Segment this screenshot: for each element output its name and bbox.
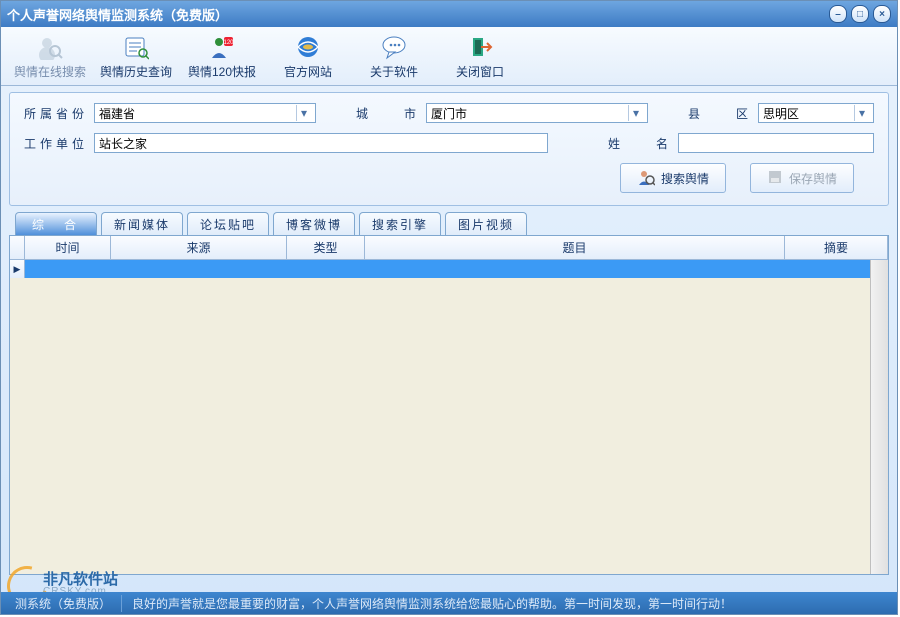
toolbar: 舆情在线搜索 舆情历史查询 120 舆情120快报 官方网站 关于软件 bbox=[1, 27, 897, 86]
status-bar: 测系统（免费版） 良好的声誉就是您最重要的财富，个人声誉网络舆情监测系统给您最贴… bbox=[1, 592, 897, 614]
city-label: 城 市 bbox=[356, 105, 416, 122]
save-button: 保存舆情 bbox=[750, 163, 854, 193]
results-grid: 时间 来源 类型 题目 摘要 ▶ bbox=[9, 235, 889, 575]
grid-selected-row[interactable] bbox=[10, 260, 871, 278]
col-type[interactable]: 类型 bbox=[287, 236, 365, 259]
grid-body[interactable]: ▶ bbox=[10, 260, 888, 574]
vertical-scrollbar[interactable] bbox=[870, 260, 888, 574]
toolbar-label: 舆情历史查询 bbox=[100, 63, 172, 80]
toolbar-about[interactable]: 关于软件 bbox=[351, 29, 437, 83]
col-summary[interactable]: 摘要 bbox=[785, 236, 888, 259]
row-indicator-icon: ▶ bbox=[10, 260, 25, 278]
info-bubble-icon bbox=[380, 33, 408, 61]
name-label: 姓 名 bbox=[608, 135, 668, 152]
toolbar-express-120[interactable]: 120 舆情120快报 bbox=[179, 29, 265, 83]
col-source[interactable]: 来源 bbox=[111, 236, 287, 259]
toolbar-history-query[interactable]: 舆情历史查询 bbox=[93, 29, 179, 83]
exit-door-icon bbox=[466, 33, 494, 61]
chevron-down-icon: ▾ bbox=[628, 105, 643, 121]
save-disk-icon bbox=[767, 169, 783, 188]
province-combo[interactable]: 福建省 ▾ bbox=[94, 103, 316, 123]
tab-search[interactable]: 搜索引擎 bbox=[359, 212, 441, 235]
status-seg2: 良好的声誉就是您最重要的财富，个人声誉网络舆情监测系统给您最贴心的帮助。第一时间… bbox=[122, 595, 742, 612]
search-user-icon bbox=[36, 33, 64, 61]
province-label: 所属省份 bbox=[24, 105, 84, 122]
user-alert-icon: 120 bbox=[208, 33, 236, 61]
chevron-down-icon: ▾ bbox=[854, 105, 869, 121]
toolbar-label: 舆情120快报 bbox=[188, 63, 256, 80]
tab-news[interactable]: 新闻媒体 bbox=[101, 212, 183, 235]
search-form: 所属省份 福建省 ▾ 城 市 厦门市 ▾ 县 区 思明区 ▾ 工作单位 姓 名 bbox=[9, 92, 889, 206]
svg-text:120: 120 bbox=[223, 40, 234, 46]
district-label: 县 区 bbox=[688, 105, 748, 122]
toolbar-close-window[interactable]: 关闭窗口 bbox=[437, 29, 523, 83]
search-person-icon bbox=[637, 168, 655, 189]
toolbar-label: 关于软件 bbox=[370, 63, 418, 80]
tab-all[interactable]: 综 合 bbox=[15, 212, 97, 235]
city-value: 厦门市 bbox=[431, 105, 467, 122]
search-button[interactable]: 搜索舆情 bbox=[620, 163, 726, 193]
toolbar-label: 舆情在线搜索 bbox=[14, 63, 86, 80]
province-value: 福建省 bbox=[99, 105, 135, 122]
name-input[interactable] bbox=[678, 133, 874, 153]
toolbar-online-search[interactable]: 舆情在线搜索 bbox=[7, 29, 93, 83]
col-title[interactable]: 题目 bbox=[365, 236, 785, 259]
close-button[interactable]: × bbox=[873, 5, 891, 23]
history-list-icon bbox=[122, 33, 150, 61]
save-button-label: 保存舆情 bbox=[789, 170, 837, 187]
grid-header: 时间 来源 类型 题目 摘要 bbox=[10, 236, 888, 260]
minimize-button[interactable]: – bbox=[829, 5, 847, 23]
chevron-down-icon: ▾ bbox=[296, 105, 311, 121]
toolbar-official-site[interactable]: 官方网站 bbox=[265, 29, 351, 83]
district-combo[interactable]: 思明区 ▾ bbox=[758, 103, 874, 123]
status-seg1: 测系统（免费版） bbox=[1, 595, 122, 612]
toolbar-label: 关闭窗口 bbox=[456, 63, 504, 80]
window-title: 个人声誉网络舆情监测系统（免费版） bbox=[7, 5, 829, 24]
tab-strip: 综 合 新闻媒体 论坛贴吧 博客微博 搜索引擎 图片视频 bbox=[15, 212, 889, 235]
ie-globe-icon bbox=[294, 33, 322, 61]
city-combo[interactable]: 厦门市 ▾ bbox=[426, 103, 648, 123]
search-button-label: 搜索舆情 bbox=[661, 170, 709, 187]
grid-corner bbox=[10, 236, 25, 259]
titlebar: 个人声誉网络舆情监测系统（免费版） – □ × bbox=[1, 1, 897, 27]
district-value: 思明区 bbox=[763, 105, 799, 122]
workunit-input[interactable] bbox=[94, 133, 548, 153]
tab-blog[interactable]: 博客微博 bbox=[273, 212, 355, 235]
tab-media[interactable]: 图片视频 bbox=[445, 212, 527, 235]
workunit-label: 工作单位 bbox=[24, 135, 84, 152]
maximize-button[interactable]: □ bbox=[851, 5, 869, 23]
toolbar-label: 官方网站 bbox=[284, 63, 332, 80]
tab-forum[interactable]: 论坛贴吧 bbox=[187, 212, 269, 235]
col-time[interactable]: 时间 bbox=[25, 236, 111, 259]
